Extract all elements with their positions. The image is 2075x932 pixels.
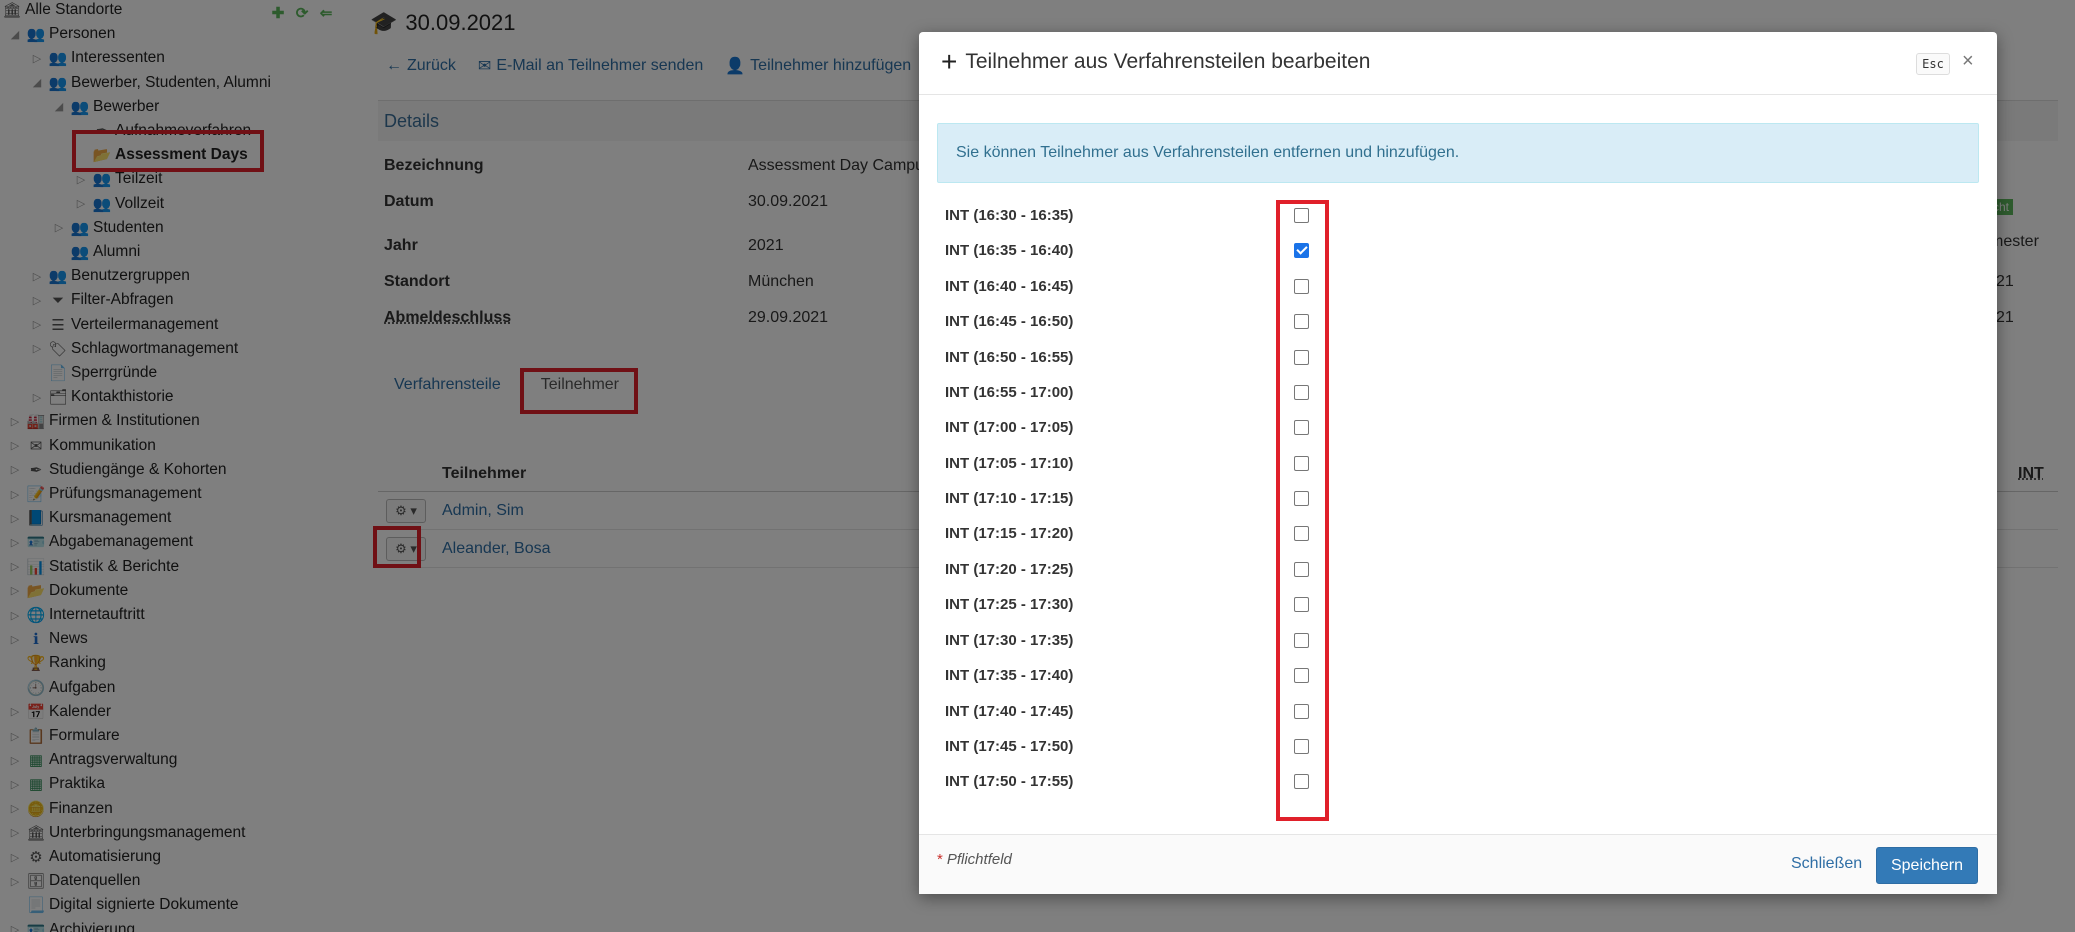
slot-checkbox[interactable] <box>1294 419 1309 435</box>
slot-row: INT (16:35 - 16:40) <box>945 235 1945 265</box>
dialog-footer: * Pflichtfeld Schließen Speichern <box>919 834 1997 894</box>
slot-label: INT (17:45 - 17:50) <box>945 737 1074 755</box>
slot-checkbox[interactable] <box>1294 242 1309 258</box>
slot-checkbox[interactable] <box>1294 455 1309 471</box>
slot-checkbox[interactable] <box>1294 632 1309 648</box>
close-icon[interactable]: × <box>1962 50 1974 73</box>
slot-checkbox[interactable] <box>1294 703 1309 719</box>
slot-label: INT (17:50 - 17:55) <box>945 772 1074 790</box>
slot-checkbox[interactable] <box>1294 667 1309 683</box>
esc-key-hint: Esc <box>1916 53 1950 75</box>
slot-label: INT (17:40 - 17:45) <box>945 702 1074 720</box>
slot-row: INT (17:20 - 17:25) <box>945 554 1945 584</box>
slot-label: INT (16:45 - 16:50) <box>945 312 1074 330</box>
slot-label: INT (17:20 - 17:25) <box>945 560 1074 578</box>
slot-row: INT (17:15 - 17:20) <box>945 518 1945 548</box>
slot-checkbox[interactable] <box>1294 561 1309 577</box>
slot-row: INT (17:05 - 17:10) <box>945 448 1945 478</box>
slot-label: INT (16:40 - 16:45) <box>945 277 1074 295</box>
slot-checkbox[interactable] <box>1294 490 1309 506</box>
slot-checkbox[interactable] <box>1294 738 1309 754</box>
slot-label: INT (17:30 - 17:35) <box>945 631 1074 649</box>
dialog-header: + Teilnehmer aus Verfahrensteilen bearbe… <box>919 32 1997 95</box>
slot-row: INT (17:40 - 17:45) <box>945 696 1945 726</box>
slot-row: INT (17:35 - 17:40) <box>945 660 1945 690</box>
slot-label: INT (17:05 - 17:10) <box>945 454 1074 472</box>
slot-row: INT (17:00 - 17:05) <box>945 412 1945 442</box>
required-field-note: * Pflichtfeld <box>937 851 1012 868</box>
slot-checkbox[interactable] <box>1294 773 1309 789</box>
slot-label: INT (16:50 - 16:55) <box>945 348 1074 366</box>
plus-icon: + <box>941 46 958 77</box>
slot-row: INT (17:50 - 17:55) <box>945 766 1945 796</box>
slot-label: INT (17:15 - 17:20) <box>945 524 1074 542</box>
slot-checkbox[interactable] <box>1294 278 1309 294</box>
slot-row: INT (17:10 - 17:15) <box>945 483 1945 513</box>
slot-checkbox[interactable] <box>1294 349 1309 365</box>
slot-label: INT (16:55 - 17:00) <box>945 383 1074 401</box>
slot-checkbox[interactable] <box>1294 596 1309 612</box>
edit-participants-dialog: + Teilnehmer aus Verfahrensteilen bearbe… <box>919 32 1997 894</box>
save-button[interactable]: Speichern <box>1876 847 1978 884</box>
slot-row: INT (16:55 - 17:00) <box>945 377 1945 407</box>
slot-label: INT (16:30 - 16:35) <box>945 206 1074 224</box>
slot-label: INT (17:00 - 17:05) <box>945 418 1074 436</box>
slot-row: INT (17:45 - 17:50) <box>945 731 1945 761</box>
slot-label: INT (17:25 - 17:30) <box>945 595 1074 613</box>
close-button[interactable]: Schließen <box>1779 847 1874 883</box>
slot-label: INT (16:35 - 16:40) <box>945 241 1074 259</box>
slot-row: INT (16:30 - 16:35) <box>945 200 1945 230</box>
info-alert: Sie können Teilnehmer aus Verfahrensteil… <box>937 123 1979 183</box>
slot-label: INT (17:10 - 17:15) <box>945 489 1074 507</box>
slot-row: INT (17:25 - 17:30) <box>945 589 1945 619</box>
slot-row: INT (16:40 - 16:45) <box>945 271 1945 301</box>
slot-row: INT (16:50 - 16:55) <box>945 342 1945 372</box>
dialog-title: + Teilnehmer aus Verfahrensteilen bearbe… <box>941 46 1371 77</box>
slot-checkbox[interactable] <box>1294 384 1309 400</box>
slot-checkbox[interactable] <box>1294 525 1309 541</box>
slot-row: INT (17:30 - 17:35) <box>945 625 1945 655</box>
slot-checkbox[interactable] <box>1294 207 1309 223</box>
slot-row: INT (16:45 - 16:50) <box>945 306 1945 336</box>
slot-checkbox[interactable] <box>1294 313 1309 329</box>
slot-label: INT (17:35 - 17:40) <box>945 666 1074 684</box>
